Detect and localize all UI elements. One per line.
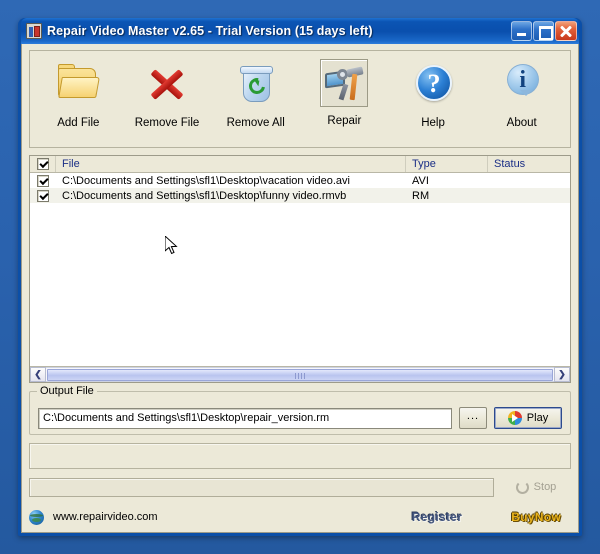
progress-row: Stop	[29, 476, 571, 498]
scrollbar-track[interactable]	[46, 367, 554, 382]
play-button-label: Play	[526, 412, 549, 424]
row-checkbox[interactable]	[37, 189, 49, 202]
toolbar-button-remove-all[interactable]: Remove All	[211, 59, 300, 129]
column-header-type[interactable]: Type	[406, 156, 488, 172]
scroll-right-arrow-icon[interactable]: ❯	[554, 367, 570, 382]
browse-button[interactable]: ...	[459, 407, 487, 429]
toolbar-button-add-file[interactable]: Add File	[34, 59, 123, 129]
mouse-cursor	[165, 236, 178, 255]
toolbar-button-help[interactable]: ? Help	[389, 59, 478, 129]
column-header-status[interactable]: Status	[488, 156, 570, 172]
buynow-link[interactable]: BuyNow	[511, 510, 561, 524]
maximize-button[interactable]	[533, 21, 554, 41]
minimize-button[interactable]	[511, 21, 532, 41]
table-row[interactable]: C:\Documents and Settings\sfl1\Desktop\v…	[30, 173, 570, 188]
info-icon: i	[496, 59, 548, 109]
stop-icon	[515, 480, 529, 494]
table-row[interactable]: C:\Documents and Settings\sfl1\Desktop\f…	[30, 188, 570, 203]
window-title: Repair Video Master v2.65 - Trial Versio…	[47, 24, 373, 38]
title-bar[interactable]: Repair Video Master v2.65 - Trial Versio…	[21, 18, 579, 44]
row-file-path: C:\Documents and Settings\sfl1\Desktop\v…	[62, 174, 350, 187]
toolbar-button-about[interactable]: i About	[477, 59, 566, 129]
folder-icon	[52, 59, 104, 109]
row-checkbox[interactable]	[37, 174, 49, 187]
scroll-left-arrow-icon[interactable]: ❮	[30, 367, 46, 382]
client-area: Add File Remove File Remove All Repair ?…	[21, 44, 579, 533]
recycle-bin-icon	[230, 59, 282, 109]
hammer-wrench-icon	[320, 59, 369, 107]
question-mark-icon: ?	[407, 59, 459, 109]
toolbar-label-add-file: Add File	[57, 117, 100, 129]
app-icon	[26, 23, 42, 39]
toolbar-label-help: Help	[421, 117, 445, 129]
stop-button[interactable]: Stop	[501, 476, 571, 498]
column-header-file[interactable]: File	[56, 156, 406, 172]
toolbar-label-remove-all: Remove All	[226, 117, 285, 129]
toolbar-label-remove-file: Remove File	[134, 117, 200, 129]
footer: www.repairvideo.com Register BuyNow	[29, 502, 571, 532]
file-list-header: File Type Status	[30, 156, 570, 173]
progress-bar	[29, 477, 494, 497]
output-path-input[interactable]: C:\Documents and Settings\sfl1\Desktop\r…	[38, 407, 452, 429]
file-list: File Type Status C:\Documents and Settin…	[29, 155, 571, 383]
row-checkbox-cell[interactable]	[30, 189, 56, 202]
toolbar-label-about: About	[506, 117, 537, 129]
toolbar: Add File Remove File Remove All Repair ?…	[29, 50, 571, 148]
play-button[interactable]: Play	[494, 407, 562, 429]
globe-icon	[29, 509, 44, 525]
row-file-path: C:\Documents and Settings\sfl1\Desktop\f…	[62, 189, 347, 202]
play-icon	[507, 411, 522, 425]
horizontal-scrollbar[interactable]: ❮ ❯	[30, 366, 570, 382]
status-panel	[29, 443, 571, 469]
close-button[interactable]	[555, 21, 577, 41]
red-x-icon	[141, 59, 193, 109]
website-link[interactable]: www.repairvideo.com	[53, 511, 158, 523]
row-file-type: RM	[412, 189, 430, 202]
toolbar-button-remove-file[interactable]: Remove File	[123, 59, 212, 129]
scrollbar-thumb[interactable]	[47, 369, 553, 381]
column-header-select-all[interactable]	[30, 156, 56, 172]
output-file-legend: Output File	[37, 385, 97, 397]
toolbar-label-repair: Repair	[327, 115, 362, 127]
row-file-type: AVI	[412, 174, 429, 187]
row-checkbox-cell[interactable]	[30, 174, 56, 187]
output-file-group: Output File C:\Documents and Settings\sf…	[29, 385, 571, 435]
file-list-rows: C:\Documents and Settings\sfl1\Desktop\v…	[30, 173, 570, 366]
application-window: Repair Video Master v2.65 - Trial Versio…	[18, 18, 582, 536]
select-all-checkbox[interactable]	[37, 158, 49, 170]
toolbar-button-repair[interactable]: Repair	[300, 59, 389, 127]
stop-button-label: Stop	[533, 481, 557, 493]
register-link[interactable]: Register	[412, 510, 462, 524]
